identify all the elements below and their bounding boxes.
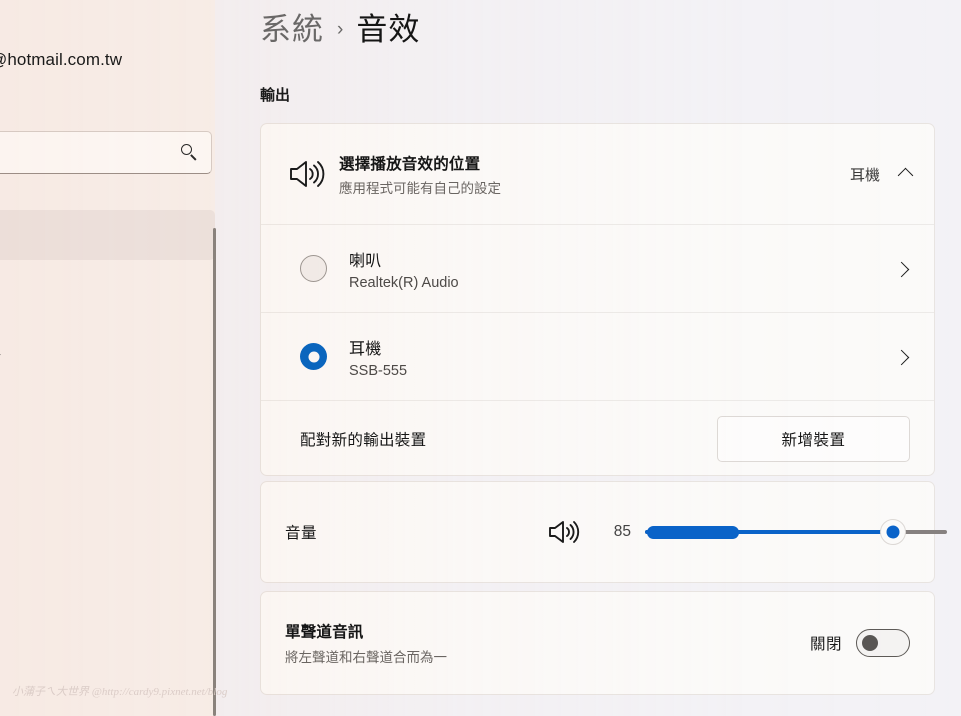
section-header-output: 輸出 <box>260 87 291 104</box>
volume-label: 音量 <box>285 525 318 542</box>
output-device-card: 選擇播放音效的位置 應用程式可能有自己的設定 耳機 喇叭 Realtek(R) … <box>260 123 935 476</box>
output-device-selector-subtitle: 應用程式可能有自己的設定 <box>339 180 501 196</box>
radio-headphones[interactable] <box>300 343 327 370</box>
output-device-selector-texts: 選擇播放音效的位置 應用程式可能有自己的設定 <box>339 152 850 197</box>
device-description: Realtek(R) Audio <box>349 274 459 291</box>
account-email: @hotmail.com.tw <box>0 50 123 69</box>
volume-row: 音量 85 <box>261 482 947 582</box>
mono-audio-row: 單聲道音訊 將左聲道和右聲道合而為一 關閉 <box>261 592 934 694</box>
mono-audio-title: 單聲道音訊 <box>285 624 364 641</box>
speaker-icon <box>287 157 325 191</box>
pair-new-output-device-row: 配對新的輸出裝置 新增裝置 <box>261 400 934 476</box>
sidebar-item-selected[interactable] <box>0 210 215 260</box>
breadcrumb: 系統 › 音效 <box>260 4 420 49</box>
output-device-selected-value: 耳機 <box>849 166 880 184</box>
pair-new-output-device-label: 配對新的輸出裝置 <box>300 431 427 449</box>
volume-slider-thumb[interactable] <box>880 519 906 545</box>
breadcrumb-parent[interactable]: 系統 <box>260 4 324 49</box>
speaker-icon[interactable] <box>547 517 581 547</box>
mono-audio-subtitle: 將左聲道和右聲道合而為一 <box>285 650 447 665</box>
toggle-knob <box>862 635 878 651</box>
device-option-headphones[interactable]: 耳機 SSB-555 <box>261 312 934 400</box>
mono-audio-texts: 單聲道音訊 將左聲道和右聲道合而為一 <box>285 620 810 666</box>
mono-audio-state-label: 關閉 <box>809 636 842 653</box>
sidebar-item-network[interactable]: 絡 <box>0 343 1 364</box>
output-device-selector-row[interactable]: 選擇播放音效的位置 應用程式可能有自己的設定 耳機 <box>261 124 934 224</box>
add-device-button[interactable]: 新增裝置 <box>717 415 910 462</box>
chevron-right-icon[interactable] <box>894 347 914 367</box>
device-description: SSB-555 <box>349 362 408 379</box>
mono-audio-card: 單聲道音訊 將左聲道和右聲道合而為一 關閉 <box>260 591 935 695</box>
volume-slider[interactable] <box>645 519 947 545</box>
chevron-right-icon[interactable] <box>894 259 914 279</box>
chevron-up-icon[interactable] <box>896 164 916 184</box>
device-option-headphones-texts: 耳機 SSB-555 <box>349 335 894 379</box>
search-icon[interactable] <box>181 144 198 161</box>
breadcrumb-separator-icon: › <box>337 18 344 40</box>
device-name: 喇叭 <box>349 252 382 270</box>
radio-speakers[interactable] <box>300 255 327 282</box>
output-device-selector-title: 選擇播放音效的位置 <box>339 155 481 173</box>
watermark: 小蒲子ㄟ大世界 @http://cardy9.pixnet.net/blog <box>12 686 228 698</box>
search-box[interactable] <box>0 131 212 175</box>
settings-sidebar: @hotmail.com.tw 絡 <box>0 0 216 716</box>
settings-content: 系統 › 音效 輸出 選擇播放音效的位置 應用程式可能有自己的設定 耳機 喇叭 … <box>215 0 961 716</box>
volume-card: 音量 85 <box>260 481 947 583</box>
audio-level-meter <box>647 525 739 539</box>
device-option-speakers-texts: 喇叭 Realtek(R) Audio <box>349 247 894 291</box>
volume-value: 85 <box>613 523 631 540</box>
device-option-speakers[interactable]: 喇叭 Realtek(R) Audio <box>261 224 934 312</box>
mono-audio-toggle[interactable] <box>856 629 910 657</box>
device-name: 耳機 <box>349 340 382 358</box>
search-input[interactable] <box>0 132 155 175</box>
page-title: 音效 <box>356 12 421 47</box>
